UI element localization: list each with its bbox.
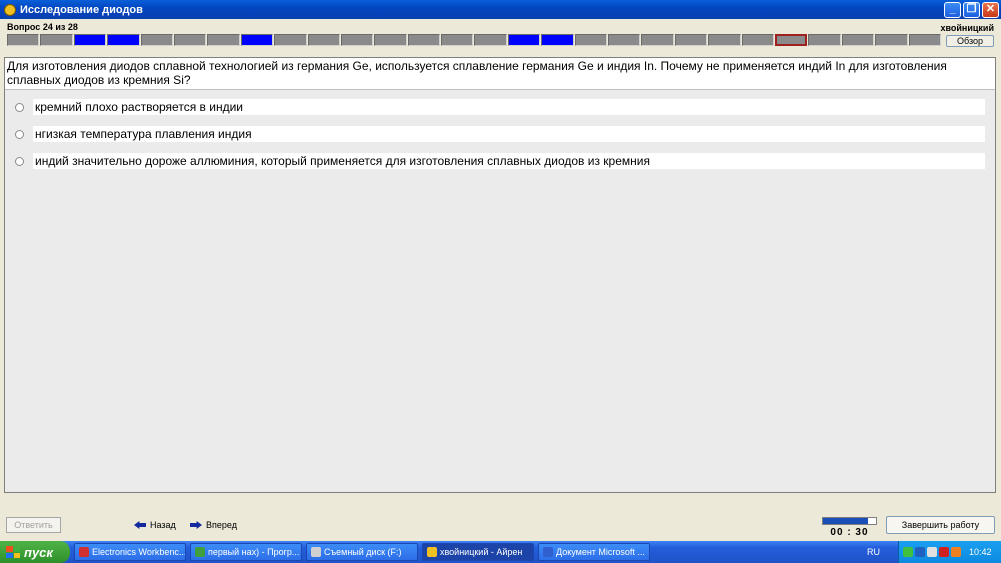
windows-logo-icon bbox=[6, 546, 20, 558]
question-progress bbox=[7, 34, 941, 46]
taskbar-item[interactable]: первый нах) - Прогр... bbox=[190, 543, 302, 561]
question-panel: Для изготовления диодов сплавной техноло… bbox=[4, 57, 996, 493]
progress-cell[interactable] bbox=[574, 34, 608, 46]
progress-cell[interactable] bbox=[40, 34, 73, 46]
progress-cell[interactable] bbox=[7, 34, 40, 46]
answer-button[interactable]: Ответить bbox=[6, 517, 61, 533]
taskbar-item-icon bbox=[543, 547, 553, 557]
progress-cell[interactable] bbox=[407, 34, 441, 46]
progress-cell[interactable] bbox=[541, 34, 574, 46]
taskbar-items: Electronics Workbenc... первый нах) - Про… bbox=[70, 543, 650, 561]
radio-button[interactable] bbox=[15, 102, 24, 112]
taskbar-item[interactable]: Съемный диск (F:) bbox=[306, 543, 418, 561]
progress-cell[interactable] bbox=[207, 34, 240, 46]
progress-cell[interactable] bbox=[173, 34, 207, 46]
timer-text: 00 : 30 bbox=[830, 527, 869, 538]
clock: 10:42 bbox=[969, 547, 992, 557]
username: хвойницкий bbox=[940, 23, 994, 33]
tray-usb-icon[interactable] bbox=[927, 547, 937, 557]
tray-volume-icon[interactable] bbox=[951, 547, 961, 557]
answer-option[interactable]: кремний плохо растворяется в индии bbox=[15, 99, 985, 115]
restore-button[interactable]: ❐ bbox=[963, 1, 980, 18]
question-text: Для изготовления диодов сплавной техноло… bbox=[5, 58, 995, 90]
progress-cell[interactable] bbox=[240, 34, 274, 46]
taskbar-item-label: Документ Microsoft ... bbox=[556, 547, 645, 557]
close-button[interactable]: ✕ bbox=[982, 1, 999, 18]
test-header: Вопрос 24 из 28 хвойницкий Обзор bbox=[0, 19, 1001, 57]
progress-cell[interactable] bbox=[107, 34, 140, 46]
taskbar-item-label: Electronics Workbenc... bbox=[92, 547, 186, 557]
app-icon bbox=[4, 3, 16, 16]
taskbar-item[interactable]: Electronics Workbenc... bbox=[74, 543, 186, 561]
progress-cell[interactable] bbox=[507, 34, 541, 46]
progress-cell[interactable] bbox=[908, 34, 941, 46]
answer-option[interactable]: индий значительно дороже аллюминия, кото… bbox=[15, 153, 985, 169]
taskbar-item-icon bbox=[427, 547, 437, 557]
progress-cell[interactable] bbox=[674, 34, 708, 46]
system-tray: 10:42 bbox=[898, 541, 1001, 563]
taskbar-item[interactable]: хвойницкий - Айрен bbox=[422, 543, 534, 561]
progress-cell[interactable] bbox=[875, 34, 908, 46]
progress-cell[interactable] bbox=[808, 34, 841, 46]
question-counter: Вопрос 24 из 28 bbox=[7, 22, 78, 32]
taskbar-item-icon bbox=[195, 547, 205, 557]
taskbar-item-label: Съемный диск (F:) bbox=[324, 547, 402, 557]
progress-cell[interactable] bbox=[741, 34, 774, 46]
browse-button[interactable]: Обзор bbox=[946, 35, 994, 47]
answer-option-label[interactable]: кремний плохо растворяется в индии bbox=[33, 99, 985, 115]
progress-cell[interactable] bbox=[641, 34, 674, 46]
answer-option[interactable]: нгизкая температура плавления индия bbox=[15, 126, 985, 142]
answer-option-label[interactable]: нгизкая температура плавления индия bbox=[33, 126, 985, 142]
progress-cell[interactable] bbox=[274, 34, 307, 46]
arrow-right-icon bbox=[190, 521, 202, 529]
start-label: пуск bbox=[24, 544, 53, 560]
back-label: Назад bbox=[150, 520, 176, 530]
progress-cell[interactable] bbox=[140, 34, 173, 46]
forward-button[interactable]: Вперед bbox=[190, 520, 237, 530]
progress-cell[interactable] bbox=[474, 34, 507, 46]
language-indicator[interactable]: RU bbox=[867, 547, 880, 557]
taskbar-item-label: первый нах) - Прогр... bbox=[208, 547, 300, 557]
back-button[interactable]: Назад bbox=[134, 520, 176, 530]
progress-cell[interactable] bbox=[841, 34, 875, 46]
taskbar: пуск Electronics Workbenc... первый нах) … bbox=[0, 541, 1001, 563]
arrow-left-icon bbox=[134, 521, 146, 529]
footer-bar: Ответить Назад Вперед 00 : 30 Завершить … bbox=[0, 493, 1001, 541]
window-titlebar: Исследование диодов _ ❐ ✕ bbox=[0, 0, 1001, 19]
forward-label: Вперед bbox=[206, 520, 237, 530]
timer-progress-fill bbox=[823, 518, 869, 524]
window-title: Исследование диодов bbox=[20, 3, 143, 16]
taskbar-item-label: хвойницкий - Айрен bbox=[440, 547, 523, 557]
tray-network-icon[interactable] bbox=[903, 547, 913, 557]
radio-button[interactable] bbox=[15, 129, 24, 139]
progress-cell[interactable] bbox=[708, 34, 741, 46]
start-button[interactable]: пуск bbox=[0, 541, 70, 563]
taskbar-item-icon bbox=[79, 547, 89, 557]
progress-cell[interactable] bbox=[774, 34, 808, 46]
progress-cell[interactable] bbox=[307, 34, 340, 46]
progress-cell[interactable] bbox=[374, 34, 407, 46]
progress-cell[interactable] bbox=[340, 34, 374, 46]
progress-cell[interactable] bbox=[608, 34, 641, 46]
progress-cell[interactable] bbox=[441, 34, 474, 46]
radio-button[interactable] bbox=[15, 156, 24, 166]
finish-button[interactable]: Завершить работу bbox=[886, 516, 995, 534]
answer-option-label[interactable]: индий значительно дороже аллюминия, кото… bbox=[33, 153, 985, 169]
tray-app-icon[interactable] bbox=[915, 547, 925, 557]
taskbar-item-icon bbox=[311, 547, 321, 557]
tray-antivirus-icon[interactable] bbox=[939, 547, 949, 557]
timer-progress-bar bbox=[822, 517, 877, 525]
taskbar-item[interactable]: Документ Microsoft ... bbox=[538, 543, 650, 561]
progress-cell[interactable] bbox=[73, 34, 107, 46]
minimize-button[interactable]: _ bbox=[944, 1, 961, 18]
